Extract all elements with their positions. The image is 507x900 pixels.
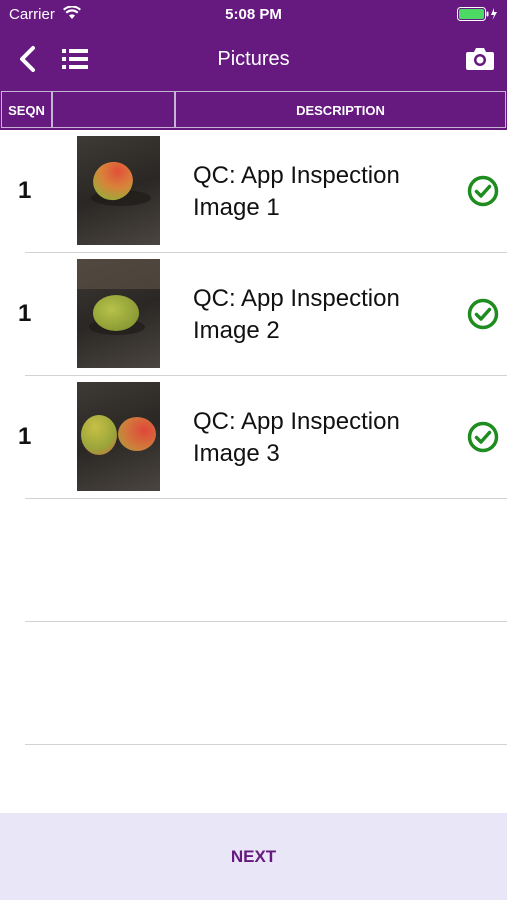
battery-icon bbox=[457, 7, 499, 25]
column-header-description: DESCRIPTION bbox=[175, 91, 506, 128]
navigation-bar: Pictures bbox=[0, 30, 507, 90]
status-check[interactable] bbox=[467, 421, 499, 453]
camera-button[interactable] bbox=[465, 44, 495, 72]
picture-thumbnail[interactable] bbox=[77, 382, 160, 491]
next-button[interactable]: NEXT bbox=[0, 847, 507, 867]
empty-row bbox=[0, 622, 507, 745]
footer-bar: NEXT bbox=[0, 813, 507, 900]
mango-photo bbox=[77, 259, 160, 335]
row-divider bbox=[25, 744, 507, 745]
row-description: QC: App Inspection Image 2 bbox=[193, 285, 400, 344]
table-row[interactable]: 1 QC: App Inspection Image 2 bbox=[0, 253, 507, 376]
column-header-seqn: SEQN bbox=[1, 91, 52, 128]
app-header: Carrier 5:08 PM Pictures bbox=[0, 0, 507, 91]
status-check[interactable] bbox=[467, 298, 499, 330]
mango-photo bbox=[91, 161, 151, 206]
camera-icon bbox=[466, 48, 494, 70]
row-seq: 1 bbox=[18, 423, 32, 450]
column-header-image bbox=[52, 91, 175, 128]
empty-row bbox=[0, 499, 507, 622]
row-seq: 1 bbox=[18, 177, 32, 204]
row-description: QC: App Inspection Image 1 bbox=[193, 162, 400, 221]
row-seq: 1 bbox=[18, 300, 32, 327]
check-circle-icon bbox=[467, 175, 499, 207]
status-bar: Carrier 5:08 PM bbox=[0, 0, 507, 28]
row-description: QC: App Inspection Image 3 bbox=[193, 408, 400, 467]
check-circle-icon bbox=[467, 421, 499, 453]
picture-thumbnail[interactable] bbox=[77, 136, 160, 245]
picture-list: 1 QC: App Inspection Image 1 1 QC: App I… bbox=[0, 130, 507, 745]
clock: 5:08 PM bbox=[225, 6, 282, 23]
picture-thumbnail[interactable] bbox=[77, 259, 160, 368]
table-row[interactable]: 1 QC: App Inspection Image 3 bbox=[0, 376, 507, 499]
mango-photo bbox=[81, 415, 156, 455]
check-circle-icon bbox=[467, 298, 499, 330]
table-row[interactable]: 1 QC: App Inspection Image 1 bbox=[0, 130, 507, 253]
table-header: SEQN DESCRIPTION bbox=[0, 91, 507, 130]
page-title: Pictures bbox=[217, 48, 290, 70]
status-check[interactable] bbox=[467, 175, 499, 207]
